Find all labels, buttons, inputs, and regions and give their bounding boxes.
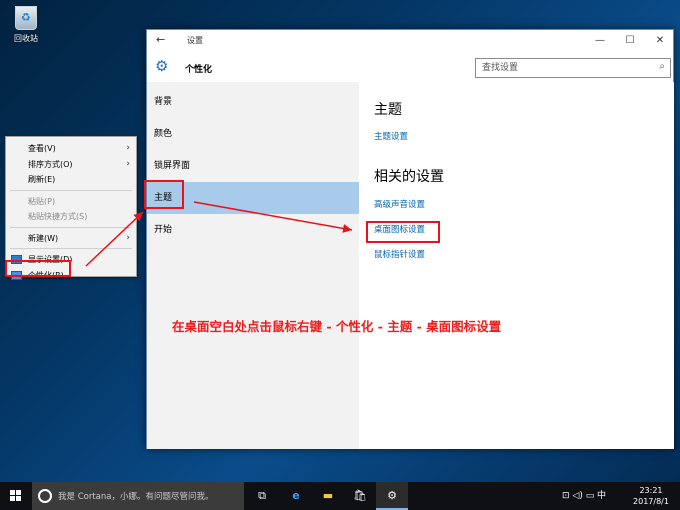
settings-taskbar-icon[interactable]: ⚙ — [376, 482, 408, 510]
file-explorer-icon[interactable]: ▬ — [312, 482, 344, 510]
start-button[interactable] — [0, 482, 32, 510]
clock-time: 23:21 — [639, 486, 663, 495]
arrow-to-desktop-icons — [193, 201, 353, 233]
cortana-placeholder: 我是 Cortana，小娜。有问题尽管问我。 — [58, 492, 214, 502]
cortana-search-box[interactable]: 我是 Cortana，小娜。有问题尽管问我。 — [32, 482, 244, 510]
edge-icon[interactable]: e — [280, 482, 312, 510]
clock[interactable]: 23:21 2017/8/1 — [626, 485, 676, 507]
clock-date: 2017/8/1 — [633, 497, 669, 506]
cortana-circle-icon — [38, 489, 52, 503]
store-icon[interactable]: 🛍 — [344, 482, 376, 510]
windows-logo-icon — [10, 490, 21, 501]
system-tray[interactable]: ⊡ ◁) ▭ 中 — [562, 482, 606, 510]
annotation-arrows — [85, 201, 353, 267]
arrow-to-themes — [85, 211, 144, 267]
taskbar: 我是 Cortana，小娜。有问题尽管问我。 ⧉ e ▬ 🛍 ⚙ ⊡ ◁) ▭ … — [0, 482, 680, 510]
instruction-caption: 在桌面空白处点击鼠标右键 - 个性化 - 主题 - 桌面图标设置 — [172, 319, 502, 334]
task-view-icon[interactable]: ⧉ — [246, 482, 278, 510]
